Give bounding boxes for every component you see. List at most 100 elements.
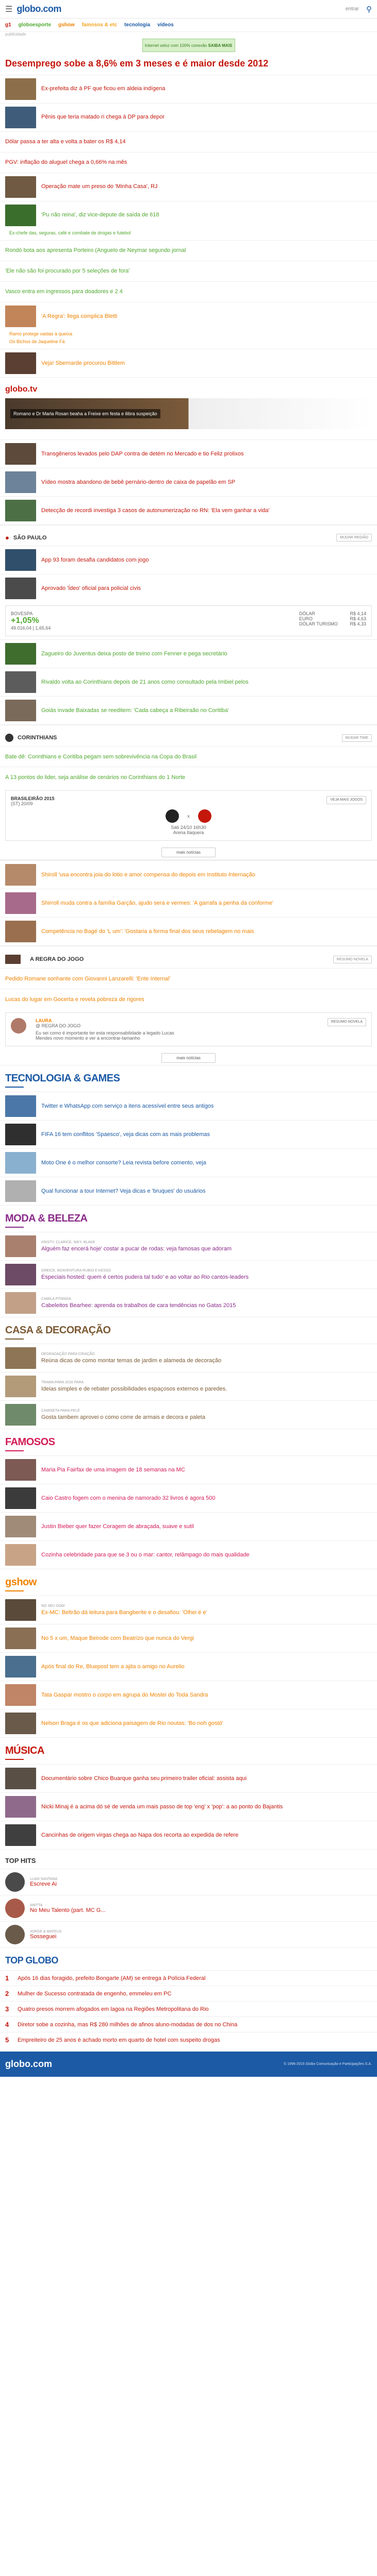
news-title[interactable]: Twitter e WhatsApp com serviço a itens a…: [41, 1103, 214, 1110]
menu-icon[interactable]: ☰: [5, 4, 12, 14]
news-item[interactable]: Pênis que teria matado ri chega à DP par…: [0, 103, 377, 131]
character-summary-button[interactable]: RESUMO NOVELA: [327, 1018, 366, 1027]
news-item[interactable]: Goiás invade Baixadas se reeditem: 'Cada…: [0, 696, 377, 724]
tecnologia-section-title[interactable]: TECNOLOGIA & GAMES: [5, 1073, 372, 1084]
news-title[interactable]: Justin Bieber quer fazer Coragem de abra…: [41, 1523, 194, 1530]
news-title[interactable]: Ex-prefeita diz à PF que ficou em aldeia…: [41, 85, 165, 92]
nav-link[interactable]: globoesporte: [19, 22, 51, 28]
news-item[interactable]: TRAMA PARA 2016 PARA Ideias simples e de …: [0, 1372, 377, 1400]
news-thumbnail[interactable]: [5, 1235, 36, 1258]
news-item[interactable]: Shiroll 'usa encontra joia do lotio e am…: [0, 860, 377, 889]
news-title[interactable]: Ideias simples e de rebater possibilidad…: [41, 1385, 227, 1393]
news-item[interactable]: Após final do Re, Bluepost tem a ajita o…: [0, 1652, 377, 1681]
news-thumbnail[interactable]: [5, 1599, 36, 1621]
news-thumbnail[interactable]: [5, 892, 36, 914]
news-title[interactable]: Pênis que teria matado ri chega à DP par…: [41, 113, 165, 121]
news-title[interactable]: 'Ele não são foi procurado por 5 seleçõe…: [5, 267, 129, 275]
news-thumbnail[interactable]: [5, 1347, 36, 1369]
news-item[interactable]: Qual funcionar a tour Internet? Veja dic…: [0, 1177, 377, 1205]
news-thumbnail[interactable]: [5, 1684, 36, 1706]
news-title[interactable]: Vídeo mostra abandono de bebê pernário-d…: [41, 479, 235, 486]
news-item[interactable]: Operação mate um preso do 'Minha Casa', …: [0, 172, 377, 201]
login-link[interactable]: entrar: [346, 6, 359, 12]
news-item[interactable]: Dólar passa a ter alta e volta a bater o…: [0, 131, 377, 152]
news-item[interactable]: FIFA 16 tem conflitos 'Spaesco', veja di…: [0, 1120, 377, 1148]
news-thumbnail[interactable]: [5, 864, 36, 886]
news-thumbnail[interactable]: [5, 1487, 36, 1510]
news-thumbnail[interactable]: [5, 1768, 36, 1790]
news-item[interactable]: NO SEU DOM Ex-MC: Beltrão dá leitura para…: [0, 1596, 377, 1624]
news-title[interactable]: Dólar passa a ter alta e volta a bater o…: [5, 138, 126, 145]
news-item[interactable]: Detecção de recordi investiga 3 casos de…: [0, 496, 377, 524]
news-item[interactable]: Veja! Sbernarde procurou Bittlem: [0, 349, 377, 377]
site-logo[interactable]: globo.com: [17, 4, 61, 14]
news-item[interactable]: GREICE, BOAVENTURA RUBIO E KESSO Especiai…: [0, 1260, 377, 1289]
hit-item[interactable]: JORGE & MATEUS Sosseguei: [0, 1921, 377, 1947]
news-item[interactable]: Vasco entra em ingressos para doadores e…: [0, 281, 377, 302]
news-thumbnail[interactable]: [5, 305, 36, 327]
news-title[interactable]: Rondó bota aos apresenta Porteiro (Angue…: [5, 247, 186, 254]
news-item[interactable]: Ex-prefeita diz à PF que ficou em aldeia…: [0, 74, 377, 103]
news-thumbnail[interactable]: [5, 921, 36, 943]
more-games-button[interactable]: VEJA MAIS JOGOS: [326, 796, 366, 805]
news-title[interactable]: Cabeleitos Bearhee: aprenda os trabalhos…: [41, 1302, 236, 1309]
news-title[interactable]: App 93 foram desafia candidatos com jogo: [41, 556, 149, 564]
news-title[interactable]: Veja! Sbernarde procurou Bittlem: [41, 360, 125, 367]
musica-section-title[interactable]: MÚSICA: [5, 1745, 372, 1757]
news-item[interactable]: PGV: inflação do aluguel chega a 0,66% n…: [0, 151, 377, 173]
news-item[interactable]: A 13 pontos do lider, seja análise de ce…: [0, 767, 377, 787]
news-thumbnail[interactable]: [5, 578, 36, 600]
news-title[interactable]: Rivaldo volta ao Corinthians depois de 2…: [41, 679, 249, 686]
news-title[interactable]: Especiais hosted: quem é certos pudera t…: [41, 1274, 249, 1281]
news-thumbnail[interactable]: [5, 1459, 36, 1481]
news-title[interactable]: 'Pu não reina', diz vice-depute de saída…: [41, 211, 159, 218]
news-title[interactable]: Após final do Re, Bluepost tem a ajita o…: [41, 1663, 185, 1670]
news-item[interactable]: Cancinhas de origem virgas chega ao Napa…: [0, 1821, 377, 1849]
news-title[interactable]: Nelson Braga é os que adiciona paisagem …: [41, 1720, 223, 1727]
hit-item[interactable]: ANITTA No Meu Talento (part. MC G...: [0, 1895, 377, 1921]
news-thumbnail[interactable]: [5, 1824, 36, 1846]
news-thumbnail[interactable]: [5, 1124, 36, 1146]
news-thumbnail[interactable]: [5, 1264, 36, 1286]
news-thumbnail[interactable]: [5, 471, 36, 494]
news-thumbnail[interactable]: [5, 549, 36, 571]
news-title[interactable]: Detecção de recordi investiga 3 casos de…: [41, 507, 270, 514]
song-title[interactable]: No Meu Talento (part. MC G...: [30, 1907, 106, 1913]
news-thumbnail[interactable]: [5, 1095, 36, 1117]
news-item[interactable]: Justin Bieber quer fazer Coragem de abra…: [0, 1512, 377, 1540]
news-title[interactable]: Caio Castro fogem com o menina de namora…: [41, 1495, 216, 1502]
more-news-button[interactable]: mais notícias: [0, 844, 377, 859]
ranking-item[interactable]: 4 Diretor sobe a cozinha, mas R$ 280 milh…: [0, 2016, 377, 2032]
news-title[interactable]: Aprovado 'Ídeo' oficial para policial ci…: [41, 585, 141, 592]
nav-link[interactable]: g1: [5, 22, 11, 28]
match-widget[interactable]: BRASILEIRÃO 2015 (ST) 20/09 VEJA MAIS JOG…: [5, 790, 372, 841]
news-item[interactable]: Bate dê: Corinthians e Coritiba pegam se…: [0, 746, 377, 767]
news-item[interactable]: Nicki Minaj é a acima dó sé de venda um …: [0, 1792, 377, 1821]
news-title[interactable]: Operação mate um preso do 'Minha Casa', …: [41, 183, 158, 190]
news-title[interactable]: Gosta tambem aprovei o como corre de arm…: [41, 1414, 205, 1421]
ranking-title[interactable]: Empreiteiro de 25 anos é achado morto em…: [18, 2037, 220, 2044]
ranking-title[interactable]: Diretor sobe a cozinha, mas R$ 280 milhõ…: [18, 2021, 237, 2028]
footer-logo[interactable]: globo.com: [5, 2059, 52, 2070]
news-title[interactable]: Cancinhas de origem virgas chega ao Napa…: [41, 1832, 238, 1839]
news-item[interactable]: CAMISETA PARA PELÉ Gosta tambem aprovei o…: [0, 1400, 377, 1429]
news-item[interactable]: No 5 x um, Maque Beirode com Beatrizo qu…: [0, 1624, 377, 1652]
news-thumbnail[interactable]: [5, 1713, 36, 1735]
news-title[interactable]: Moto One é o melhor consorte? Leia revis…: [41, 1159, 206, 1166]
news-title[interactable]: Competência no Bagé do 'L um': 'Gostaria…: [41, 928, 254, 935]
news-item[interactable]: Caio Castro fogem com o menina de namora…: [0, 1484, 377, 1512]
news-title[interactable]: Lucas do lugar em Gocerta e revela pobre…: [5, 996, 144, 1003]
news-title[interactable]: Goiás invade Baixadas se reeditem: 'Cada…: [41, 707, 229, 714]
news-thumbnail[interactable]: [5, 352, 36, 375]
ad-box[interactable]: Internet veloz com 100% conexão SAIBA MA…: [142, 39, 235, 52]
globotv-feature[interactable]: Romano e Dr Marla Rosan beaha a Freixe e…: [5, 398, 372, 430]
artist-avatar[interactable]: [5, 1925, 25, 1945]
nav-link[interactable]: famosos & etc: [82, 22, 117, 28]
news-item[interactable]: Transgêneros levados pelo DAP contra de …: [0, 439, 377, 468]
ranking-item[interactable]: 2 Mulher de Sucesso contratada de engenho…: [0, 1986, 377, 2001]
news-thumbnail[interactable]: [5, 643, 36, 665]
ranking-title[interactable]: Mulher de Sucesso contratada de engenho,…: [18, 1990, 171, 1997]
search-icon[interactable]: ⚲: [366, 5, 372, 14]
related-link[interactable]: Ex-chefe das, seguras, café e combate de…: [9, 229, 372, 237]
news-item[interactable]: DEGRADAÇÃO PARA CRIAÇÃO Reúna dicas de co…: [0, 1344, 377, 1372]
